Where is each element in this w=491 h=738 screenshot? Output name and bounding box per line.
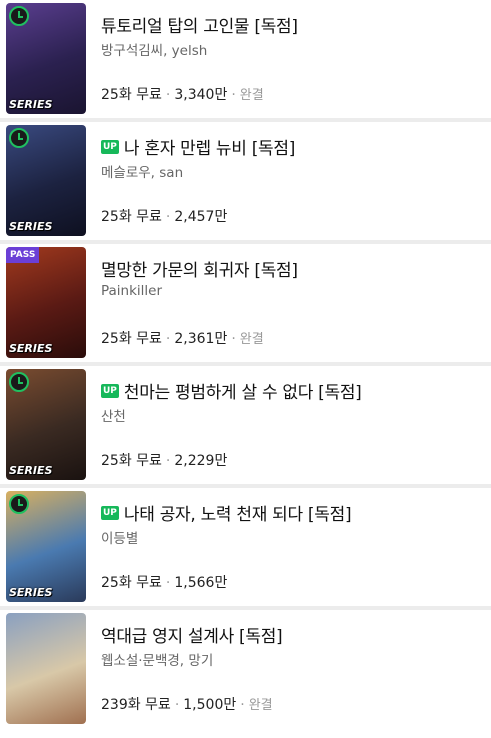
view-count: 1,500만 [183, 697, 237, 713]
item-meta: 239화 무료 · 1,500만 · 완결 [101, 694, 273, 714]
free-episodes: 25화 무료 [101, 453, 162, 469]
item-title[interactable]: 나 혼자 만렙 뉴비 [독점] [124, 134, 295, 159]
cover-thumbnail[interactable]: SERIES [6, 369, 86, 480]
separator-dot: · [165, 331, 171, 347]
wait-free-clock-icon [9, 494, 29, 514]
cover-thumbnail[interactable] [6, 613, 86, 724]
completed-status: 완결 [239, 332, 264, 347]
free-episodes: 25화 무료 [101, 575, 162, 591]
wait-free-clock-icon [9, 372, 29, 392]
up-badge: UP [101, 505, 119, 520]
list-item[interactable]: SERIES UP 나 혼자 만렙 뉴비 [독점] 메슬로우, san 25화 무료 · 2… [0, 122, 491, 240]
item-author: 산천 [101, 409, 126, 425]
pass-badge: PASS [6, 247, 40, 263]
view-count: 3,340만 [174, 87, 228, 103]
series-logo: SERIES [9, 586, 53, 599]
series-logo: SERIES [9, 342, 53, 355]
item-meta: 25화 무료 · 2,457만 [101, 206, 227, 226]
item-title[interactable]: 튜토리얼 탑의 고인물 [독점] [101, 12, 298, 37]
view-count: 2,457만 [174, 209, 228, 225]
item-meta: 25화 무료 · 1,566만 [101, 572, 227, 592]
separator-dot: · [240, 697, 245, 713]
cover-thumbnail[interactable]: SERIES [6, 3, 86, 114]
separator-dot: · [165, 575, 171, 591]
free-episodes: 25화 무료 [101, 87, 162, 103]
item-author: 웹소설·문백경, 망기 [101, 653, 214, 669]
completed-status: 완결 [248, 698, 273, 713]
item-author: 방구석김씨, yelsh [101, 43, 208, 59]
item-title[interactable]: 역대급 영지 설계사 [독점] [101, 622, 283, 647]
title-row: 멸망한 가문의 회귀자 [독점] [101, 256, 485, 281]
series-logo: SERIES [9, 98, 53, 111]
up-badge: UP [101, 383, 119, 398]
item-author: 메슬로우, san [101, 165, 184, 181]
separator-dot: · [165, 87, 171, 103]
item-meta: 25화 무료 · 2,361만 · 완결 [101, 328, 264, 348]
completed-status: 완결 [239, 88, 264, 103]
free-episodes: 239화 무료 [101, 697, 171, 713]
separator-dot: · [174, 697, 180, 713]
list-item[interactable]: SERIES 튜토리얼 탑의 고인물 [독점] 방구석김씨, yelsh 25화 무료… [0, 0, 491, 118]
separator-dot: · [165, 209, 171, 225]
separator-dot: · [231, 87, 236, 103]
list-item[interactable]: SERIES UP 천마는 평범하게 살 수 없다 [독점] 산천 25화 무료 · 2,2… [0, 366, 491, 484]
wait-free-clock-icon [9, 6, 29, 26]
series-logo: SERIES [9, 220, 53, 233]
webtoon-list: SERIES 튜토리얼 탑의 고인물 [독점] 방구석김씨, yelsh 25화 무료… [0, 0, 491, 738]
separator-dot: · [165, 453, 171, 469]
cover-thumbnail[interactable]: SERIES [6, 491, 86, 602]
item-title[interactable]: 멸망한 가문의 회귀자 [독점] [101, 256, 298, 281]
view-count: 2,361만 [174, 331, 228, 347]
title-row: UP 천마는 평범하게 살 수 없다 [독점] [101, 378, 485, 403]
title-row: UP 나태 공자, 노력 천재 되다 [독점] [101, 500, 485, 525]
cover-thumbnail[interactable]: PASS SERIES [6, 247, 86, 358]
free-episodes: 25화 무료 [101, 331, 162, 347]
cover-thumbnail[interactable]: SERIES [6, 125, 86, 236]
item-meta: 25화 무료 · 3,340만 · 완결 [101, 84, 264, 104]
item-title[interactable]: 천마는 평범하게 살 수 없다 [독점] [124, 378, 362, 403]
up-badge: UP [101, 139, 119, 154]
separator-dot: · [231, 331, 236, 347]
title-row: 역대급 영지 설계사 [독점] [101, 622, 485, 647]
item-meta: 25화 무료 · 2,229만 [101, 450, 227, 470]
list-item[interactable]: 역대급 영지 설계사 [독점] 웹소설·문백경, 망기 239화 무료 · 1,500만… [0, 610, 491, 738]
item-author: Painkiller [101, 283, 163, 299]
series-logo: SERIES [9, 464, 53, 477]
title-row: UP 나 혼자 만렙 뉴비 [독점] [101, 134, 485, 159]
title-row: 튜토리얼 탑의 고인물 [독점] [101, 12, 485, 37]
list-item[interactable]: SERIES UP 나태 공자, 노력 천재 되다 [독점] 이등별 25화 무료 · 1,… [0, 488, 491, 606]
item-title[interactable]: 나태 공자, 노력 천재 되다 [독점] [124, 500, 352, 525]
cover-art [6, 613, 86, 724]
wait-free-clock-icon [9, 128, 29, 148]
item-author: 이등별 [101, 531, 139, 547]
view-count: 1,566만 [174, 575, 228, 591]
view-count: 2,229만 [174, 453, 228, 469]
list-item[interactable]: PASS SERIES 멸망한 가문의 회귀자 [독점] Painkiller 25화 … [0, 244, 491, 362]
free-episodes: 25화 무료 [101, 209, 162, 225]
